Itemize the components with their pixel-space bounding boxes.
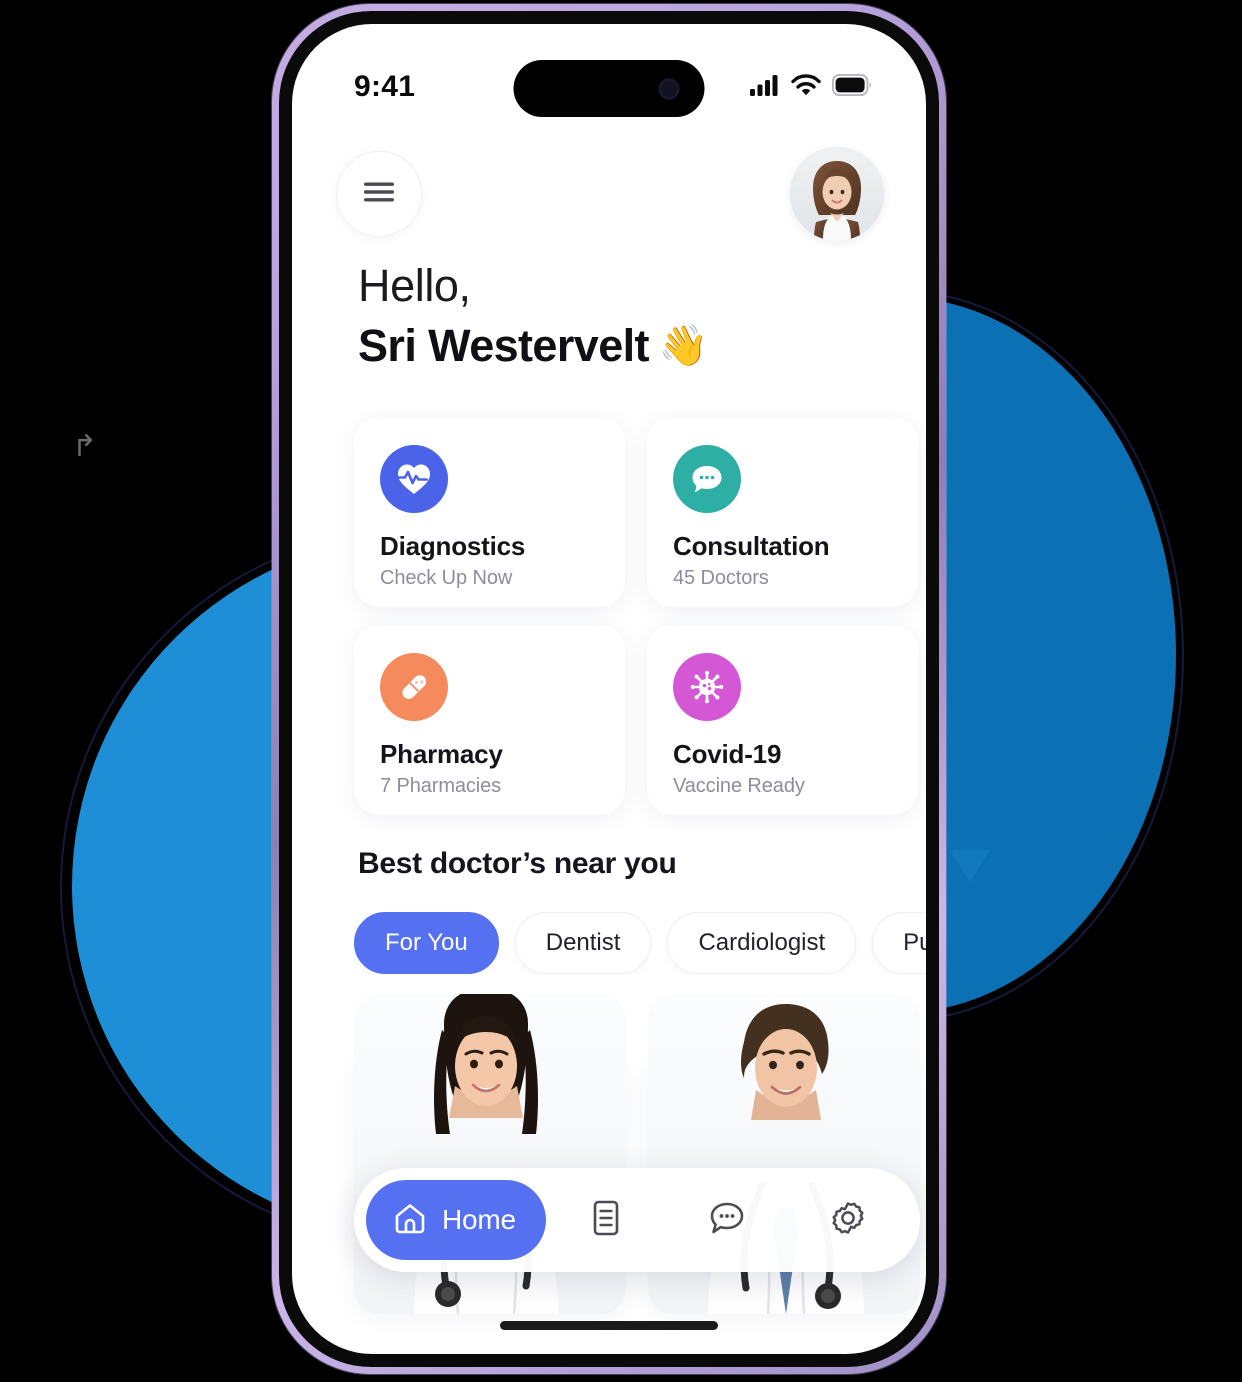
service-card-pharmacy[interactable]: Pharmacy 7 Pharmacies <box>354 625 625 815</box>
service-card-consultation[interactable]: Consultation 45 Doctors <box>647 417 918 607</box>
greeting-name-row: Sri Westervelt 👋 <box>358 316 709 376</box>
screenshot-stage: ↱ 9:41 Hello, Sri Westervelt 👋 Diagnosti… <box>0 0 1242 1382</box>
decorative-triangle-right <box>950 850 990 882</box>
virus-icon <box>673 653 741 721</box>
chat-bubble-icon <box>708 1200 746 1241</box>
phone-frame: 9:41 Hello, Sri Westervelt 👋 Diagnostics… <box>272 4 946 1374</box>
nav-item-messages[interactable] <box>667 1180 788 1260</box>
nav-item-home-label: Home <box>442 1204 516 1235</box>
service-title: Pharmacy <box>380 739 503 769</box>
user-avatar-photo <box>790 147 884 241</box>
app-header <box>292 140 926 248</box>
service-subtitle: Vaccine Ready <box>673 775 805 797</box>
nav-item-records[interactable] <box>546 1180 667 1260</box>
greeting-hello: Hello, <box>358 260 471 311</box>
wifi-icon <box>791 73 821 101</box>
chip-pulmonologist[interactable]: Pulmonol <box>872 912 926 974</box>
greeting-block: Hello, Sri Westervelt 👋 <box>358 256 709 377</box>
nav-item-settings[interactable] <box>787 1180 908 1260</box>
service-card-diagnostics[interactable]: Diagnostics Check Up Now <box>354 417 625 607</box>
service-title: Diagnostics <box>380 531 526 561</box>
decorative-triangle-left <box>98 845 128 879</box>
section-title-best-doctors: Best doctor’s near you <box>358 847 677 880</box>
phone-screen: 9:41 Hello, Sri Westervelt 👋 Diagnostics… <box>292 24 926 1354</box>
hamburger-menu-icon <box>362 181 396 208</box>
service-subtitle: Check Up Now <box>380 567 513 589</box>
home-indicator <box>500 1321 718 1330</box>
signal-bars-icon <box>750 74 780 101</box>
status-time: 9:41 <box>354 70 416 103</box>
nav-item-home[interactable]: Home <box>366 1180 546 1260</box>
service-title: Consultation <box>673 531 830 561</box>
battery-full-icon <box>831 73 872 101</box>
home-icon <box>392 1200 428 1241</box>
service-title: Covid-19 <box>673 739 782 769</box>
chat-bubble-icon <box>673 445 741 513</box>
phone-bezel: 9:41 Hello, Sri Westervelt 👋 Diagnostics… <box>279 11 939 1367</box>
front-camera-icon <box>658 78 680 99</box>
hamburger-menu-button[interactable] <box>336 151 422 237</box>
page-title: Sri Westervelt <box>358 320 650 372</box>
waving-hand-icon: 👋 <box>658 323 709 368</box>
chip-dentist[interactable]: Dentist <box>514 912 652 974</box>
service-subtitle: 45 Doctors <box>673 567 769 589</box>
status-icons <box>750 73 872 101</box>
specialty-chip-row[interactable]: For You Dentist Cardiologist Pulmonol <box>354 912 926 974</box>
chip-cardiologist[interactable]: Cardiologist <box>667 912 857 974</box>
heart-pulse-icon <box>380 445 448 513</box>
bottom-navigation-bar: Home <box>354 1168 920 1272</box>
service-subtitle: 7 Pharmacies <box>380 775 502 797</box>
gear-icon <box>829 1199 867 1242</box>
service-card-covid19[interactable]: Covid-19 Vaccine Ready <box>647 625 918 815</box>
pill-capsule-icon <box>380 653 448 721</box>
document-icon <box>589 1199 623 1242</box>
dynamic-island <box>513 60 705 117</box>
chip-for-you[interactable]: For You <box>354 912 499 974</box>
avatar[interactable] <box>790 147 884 241</box>
cursor-pointer-glyph: ↱ <box>72 430 98 463</box>
service-grid: Diagnostics Check Up Now Consultation 45… <box>354 417 918 815</box>
